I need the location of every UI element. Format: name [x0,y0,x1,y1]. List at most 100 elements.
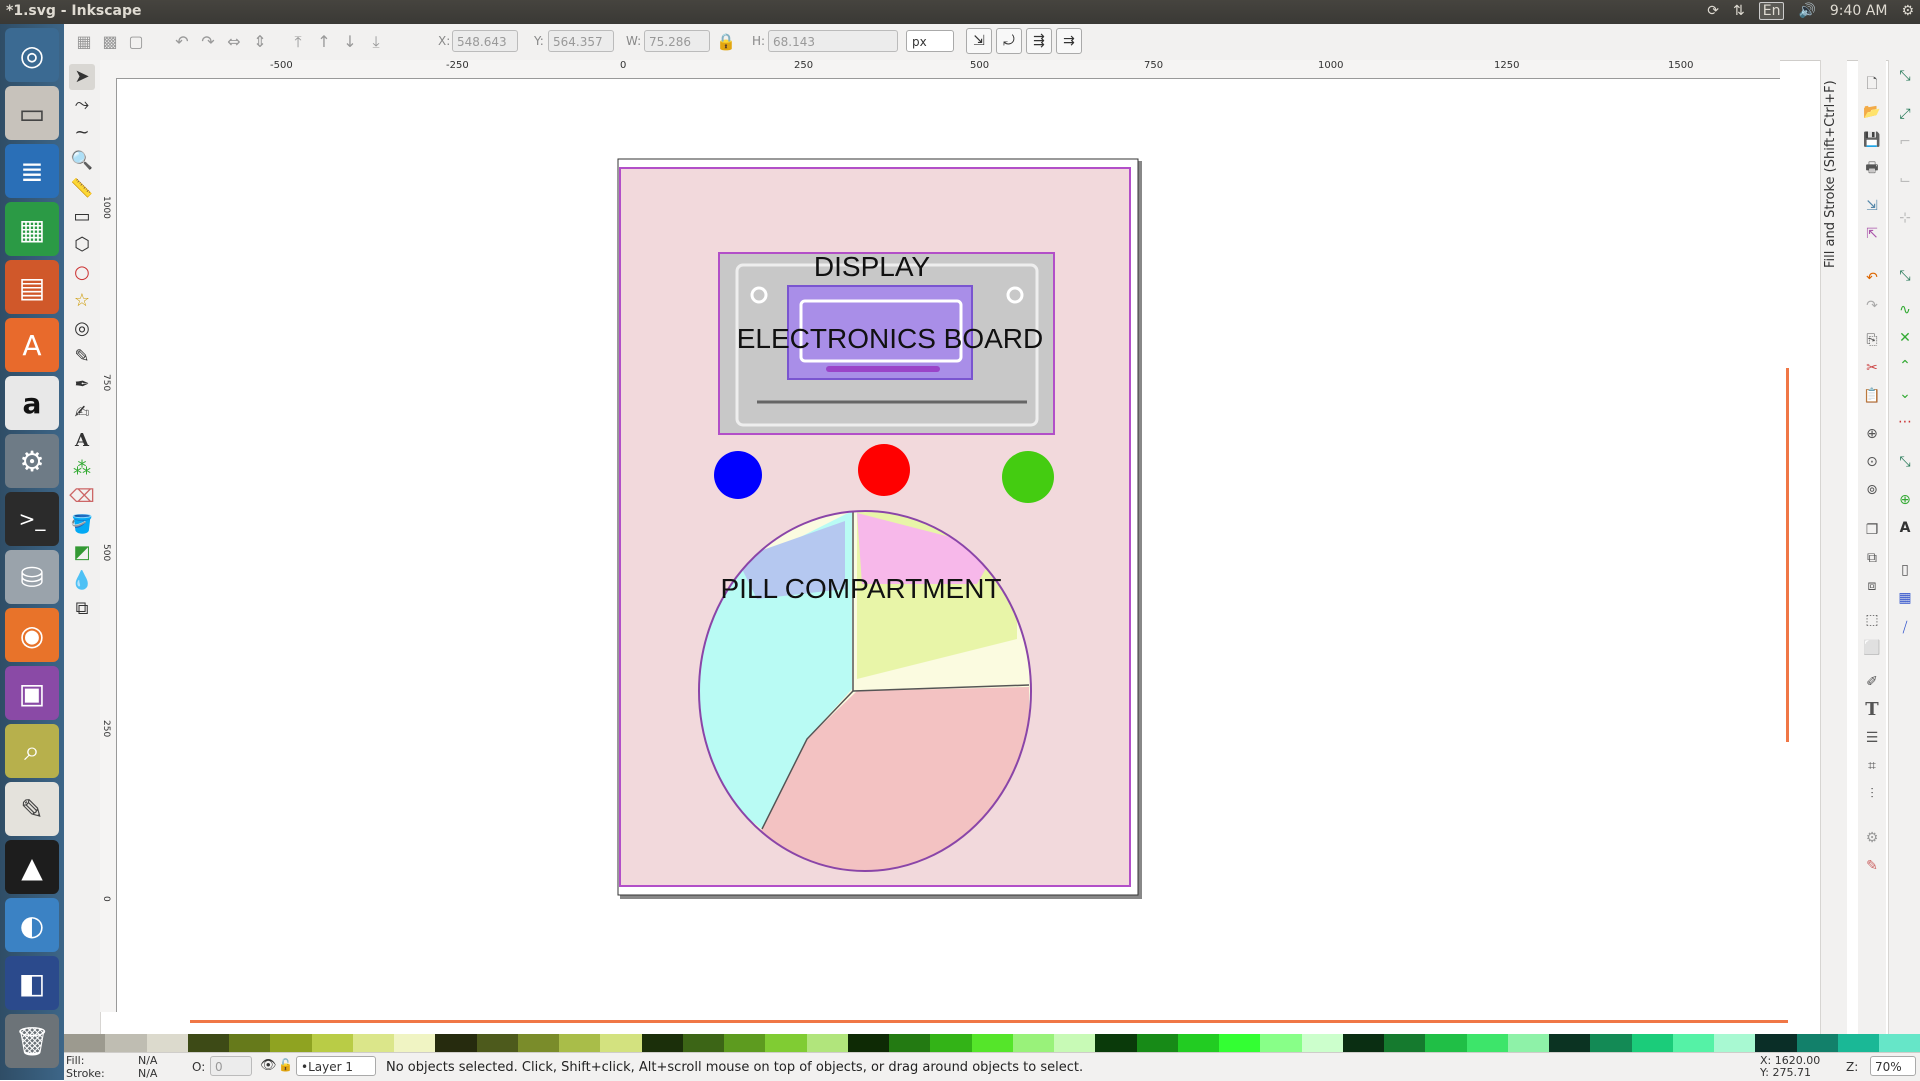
impress-icon[interactable]: ▤ [5,260,59,314]
swatch[interactable] [352,1034,394,1052]
swatch[interactable] [1879,1034,1920,1052]
image-viewer-icon[interactable]: ⌕ [5,724,59,778]
swatch[interactable] [187,1034,229,1052]
green-button[interactable] [1002,451,1054,503]
zoom-selection-icon[interactable]: ⊕ [1862,424,1882,444]
snap-paths-icon[interactable]: ∿ [1895,300,1915,320]
3d-box-tool-icon[interactable]: ⬡ [69,232,95,258]
swatch[interactable] [1342,1034,1384,1052]
vertical-scrollbar[interactable] [1786,368,1789,742]
star-tool-icon[interactable]: ☆ [69,288,95,314]
align-distribute-icon[interactable]: ⫶ [1862,784,1882,804]
inkscape-icon[interactable]: ▲ [5,840,59,894]
save-icon[interactable]: 💾 [1862,130,1882,150]
snap-text-baseline-icon[interactable]: A [1895,518,1915,538]
layer-select[interactable]: •Layer 1 [296,1056,376,1076]
swatch[interactable] [682,1034,724,1052]
unit-select[interactable]: px [906,30,954,52]
flip-vertical-icon[interactable]: ⇕ [250,32,270,52]
snap-bbox-corner-icon[interactable]: ⌙ [1895,170,1915,190]
y-input[interactable]: 564.357 [548,30,614,52]
swatch[interactable] [971,1034,1013,1052]
zoom-drawing-icon[interactable]: ⊙ [1862,452,1882,472]
zoom-input[interactable]: 70% [1870,1056,1916,1076]
opacity-input[interactable]: 0 [210,1056,252,1076]
swatch[interactable] [1012,1034,1054,1052]
swatch[interactable] [270,1034,312,1052]
swatch[interactable] [105,1034,147,1052]
spray-tool-icon[interactable]: ⁂ [69,456,95,482]
swatch[interactable] [394,1034,436,1052]
swatch[interactable] [311,1034,353,1052]
swatch[interactable] [1301,1034,1343,1052]
swatch[interactable] [1219,1034,1261,1052]
snap-intersections-icon[interactable]: ✕ [1895,328,1915,348]
swatch[interactable] [1796,1034,1838,1052]
raise-to-top-icon[interactable]: ⤒ [288,32,308,52]
swatch[interactable] [641,1034,683,1052]
eraser-tool-icon[interactable]: ⌫ [69,484,95,510]
swatch[interactable] [1755,1034,1797,1052]
files-icon[interactable]: ▭ [5,86,59,140]
swatch[interactable] [1837,1034,1879,1052]
swatch[interactable] [724,1034,766,1052]
select-all-layers-icon[interactable]: ▩ [100,32,120,52]
snap-bbox-icon[interactable]: ⤢ [1895,104,1915,124]
trash-icon[interactable]: 🗑 [5,1014,59,1068]
node-tool-icon[interactable]: ⤳ [69,92,95,118]
swatch[interactable] [889,1034,931,1052]
firefox-icon[interactable]: ◉ [5,608,59,662]
swatch[interactable] [1384,1034,1426,1052]
xml-editor-icon[interactable]: ⌗ [1862,756,1882,776]
scale-corners-button[interactable]: ⤾ [996,28,1022,54]
snap-guide-icon[interactable]: ⧸ [1895,618,1915,638]
remote-desktop-icon[interactable]: ▣ [5,666,59,720]
document-properties-icon[interactable]: ✎ [1862,856,1882,876]
display-label[interactable]: DISPLAY [814,251,931,282]
swatch[interactable] [1672,1034,1714,1052]
fill-and-stroke-tab[interactable]: Fill and Stroke (Shift+Ctrl+F) [1823,68,1838,268]
select-all-icon[interactable]: ▦ [74,32,94,52]
rectangle-tool-icon[interactable]: ▭ [69,204,95,230]
swatch[interactable] [1425,1034,1467,1052]
swatch[interactable] [1714,1034,1756,1052]
dropper-tool-icon[interactable]: 💧 [69,568,95,594]
lower-icon[interactable]: ↓ [340,32,360,52]
swatch[interactable] [806,1034,848,1052]
h-input[interactable]: 68.143 [768,30,898,52]
swatch[interactable] [1177,1034,1219,1052]
swatch[interactable] [517,1034,559,1052]
snap-cusp-icon[interactable]: ⌃ [1895,356,1915,376]
swatch[interactable] [559,1034,601,1052]
text-tool-icon[interactable]: A [69,428,95,454]
swatch[interactable] [1507,1034,1549,1052]
swatch[interactable] [435,1034,477,1052]
gradient-tool-icon[interactable]: ◩ [69,540,95,566]
swatch[interactable] [64,1034,106,1052]
dash-home-icon[interactable]: ◎ [5,28,59,82]
unlink-clone-icon[interactable]: ⧈ [1862,576,1882,596]
snap-toggle-icon[interactable]: ⤡ [1895,66,1915,86]
software-center-icon[interactable]: A [5,318,59,372]
lock-ratio-icon[interactable]: 🔒 [716,32,736,52]
swatch[interactable] [1590,1034,1632,1052]
swatch[interactable] [1260,1034,1302,1052]
swatch[interactable] [1631,1034,1673,1052]
color-palette[interactable] [64,1034,1920,1052]
zoom-page-icon[interactable]: ⊚ [1862,480,1882,500]
measure-tool-icon[interactable]: 📏 [69,176,95,202]
workspace-icon[interactable]: ◧ [5,956,59,1010]
print-icon[interactable]: 🖶 [1862,158,1882,178]
settings-gear-icon[interactable]: ⚙ [1901,3,1914,19]
terminal-icon[interactable]: >_ [5,492,59,546]
scale-stroke-button[interactable]: ⇲ [966,28,992,54]
deselect-icon[interactable]: ▢ [126,32,146,52]
raise-icon[interactable]: ↑ [314,32,334,52]
connector-tool-icon[interactable]: ⧉ [69,596,95,622]
volume-icon[interactable]: 🔊 [1798,3,1815,19]
fill-stroke-indicator[interactable]: Fill: N/A Stroke: N/A [66,1054,157,1080]
clock[interactable]: 9:40 AM [1830,3,1888,19]
red-button[interactable] [858,444,910,496]
ungroup-icon[interactable]: ⬜ [1862,638,1882,658]
preferences-icon[interactable]: ⚙ [1862,828,1882,848]
